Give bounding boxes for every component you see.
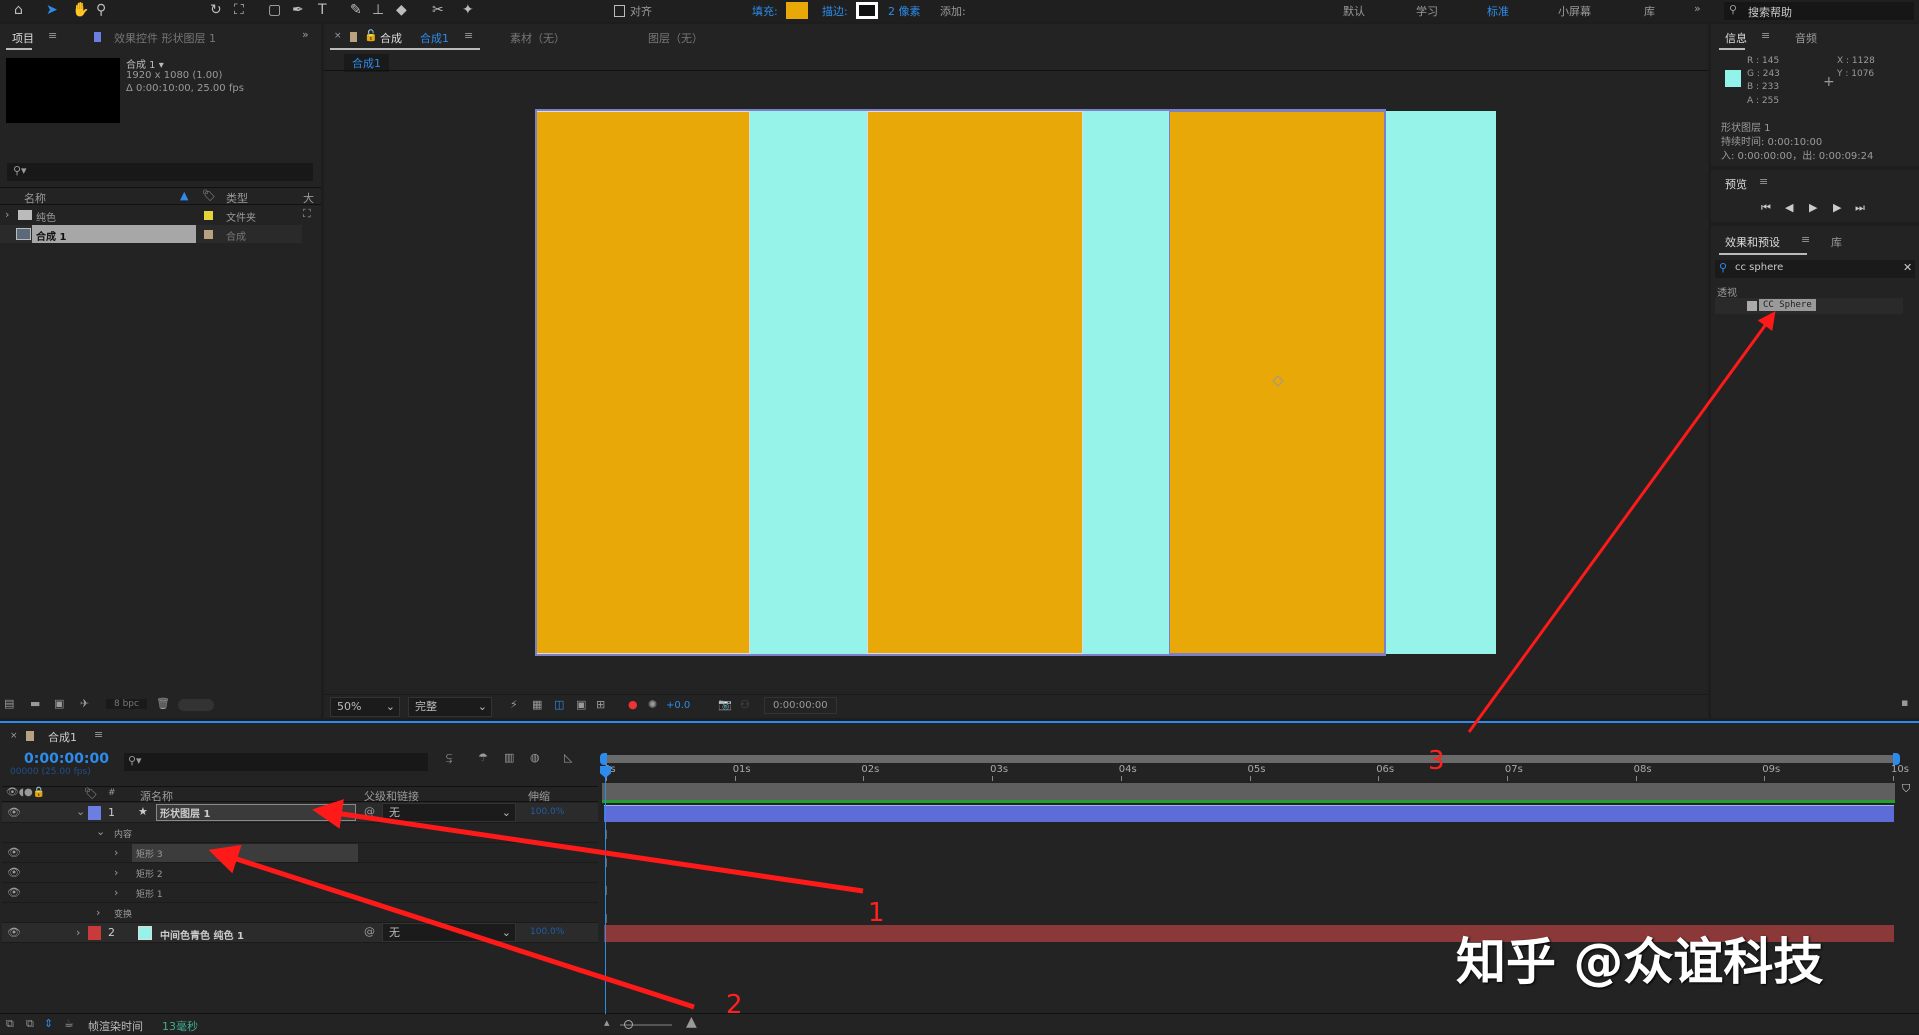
annotation-label-1: 1 — [868, 898, 885, 928]
annotation-arrow-1 — [312, 799, 864, 894]
annotation-arrow-3 — [1467, 311, 1776, 733]
annotation-arrow-2 — [208, 844, 695, 1010]
annotation-arrows — [208, 311, 1776, 1010]
annotation-label-3: 3 — [1428, 746, 1445, 776]
annotation-label-2: 2 — [726, 990, 743, 1020]
watermark: 知乎 @众谊科技 — [1456, 933, 1824, 991]
